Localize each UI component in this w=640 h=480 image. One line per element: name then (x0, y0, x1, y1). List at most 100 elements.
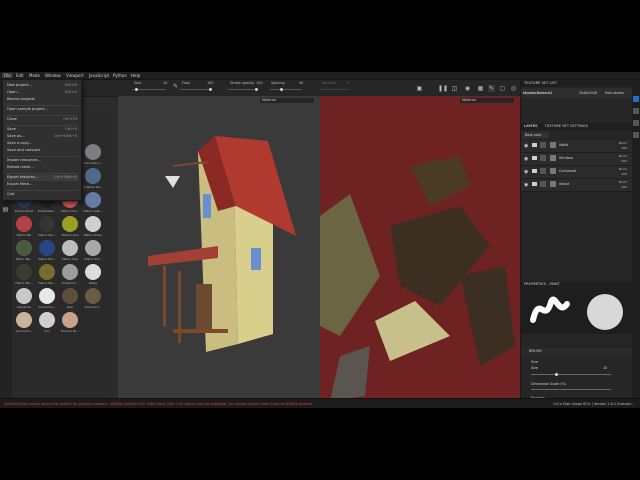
camera-icon[interactable]: ▣ (416, 85, 423, 92)
texture-set-shader[interactable]: Main shader (605, 91, 625, 95)
viewport-3d[interactable]: Material (118, 96, 320, 408)
file-menu-item[interactable]: Save and compact (7, 148, 79, 154)
file-menu-item[interactable]: Close Ctrl+F4 (7, 117, 79, 123)
menu-viewport[interactable]: Viewport (66, 73, 84, 78)
layer-row[interactable]: ◉ Cartwood Norm 100 (521, 166, 633, 179)
eye-icon[interactable]: ◉ (464, 85, 471, 92)
shelf-material-thumbnail[interactable] (39, 216, 55, 232)
shelf-material-thumbnail[interactable] (62, 240, 78, 256)
file-menu-item[interactable]: Export Mesh... (7, 182, 79, 188)
pen-pressure-icon[interactable]: ✎ (172, 83, 179, 90)
menu-window[interactable]: Window (45, 73, 61, 78)
display-panel-icon[interactable] (633, 120, 639, 126)
brush-size-slider[interactable] (531, 374, 611, 375)
layer-row[interactable]: ◉ Wood Norm 100 (521, 179, 633, 192)
shelf-material-thumbnail[interactable] (85, 144, 101, 160)
layers-panel-icon[interactable] (633, 96, 639, 102)
file-menu-item[interactable]: Save a copy... (7, 141, 79, 147)
size-slider-knob[interactable] (135, 88, 138, 91)
menu-mode[interactable]: Mode (29, 73, 40, 78)
file-menu-item[interactable]: Open sample project... (7, 107, 79, 113)
settings-panel-icon[interactable] (633, 108, 639, 114)
shelf-material-thumbnail[interactable] (16, 312, 32, 328)
layer-row[interactable]: ◉ Window Norm 100 (521, 153, 633, 166)
menu-edit[interactable]: Edit (16, 73, 24, 78)
shelf-material-thumbnail[interactable] (85, 216, 101, 232)
file-menu-item[interactable]: Save as... Ctrl+Shift+S (7, 134, 79, 140)
rotation-value[interactable]: 0 (347, 81, 349, 85)
layer-row[interactable]: ◉ Walls Norm 100 (521, 140, 633, 153)
texture-set-row[interactable]: tdjoadocBarbaral1 2048x2048 Main shader (521, 88, 633, 98)
flow-value[interactable]: 100 (207, 81, 213, 85)
stroke-opacity-value[interactable]: 100 (256, 81, 262, 85)
shelf-material-thumbnail[interactable] (85, 264, 101, 280)
stroke-opacity-knob[interactable] (255, 88, 258, 91)
layer-visibility-icon[interactable]: ◉ (524, 169, 528, 175)
file-menu-item[interactable]: Open... Ctrl+O (7, 90, 79, 96)
file-menu-item[interactable]: Save Ctrl+S (7, 127, 79, 133)
shelf-material-thumbnail[interactable] (62, 288, 78, 304)
brush-size-knob[interactable] (555, 373, 558, 376)
spacing-slider[interactable] (270, 89, 302, 90)
brush-size-value[interactable]: 10 (603, 366, 607, 370)
flow-slider-knob[interactable] (209, 88, 212, 91)
shelf-material-thumbnail[interactable] (16, 240, 32, 256)
shelf-material-thumbnail[interactable] (16, 264, 32, 280)
menu-help[interactable]: Help (131, 73, 140, 78)
spacing-value[interactable]: 30 (299, 81, 303, 85)
shelf-material-thumbnail[interactable] (62, 216, 78, 232)
menu-file[interactable]: File (2, 73, 13, 78)
layer-blend-mode[interactable]: Norm (619, 180, 627, 184)
file-menu-item[interactable]: New project... Ctrl+N (7, 83, 79, 89)
pen-icon[interactable]: ✎ (488, 85, 495, 92)
channel-dropdown[interactable]: Base color (523, 132, 549, 138)
square-icon[interactable]: ▢ (499, 85, 506, 92)
shelf-material-thumbnail[interactable] (39, 264, 55, 280)
rotation-slider[interactable] (320, 89, 350, 90)
size-value[interactable]: 10 (163, 81, 167, 85)
stroke-opacity-slider[interactable] (228, 89, 258, 90)
file-menu-item[interactable]: Reload mesh... (7, 165, 79, 171)
spacing-slider-knob[interactable] (280, 88, 283, 91)
menu-javascript[interactable]: JavaScript (89, 73, 109, 78)
layer-blend-mode[interactable]: Norm (619, 141, 627, 145)
layer-blend-mode[interactable]: Norm (619, 167, 627, 171)
shelf-material-thumbnail[interactable] (85, 288, 101, 304)
shelf-material-thumbnail[interactable] (16, 288, 32, 304)
file-menu-item[interactable]: Export textures... Ctrl+Shift+E (7, 175, 79, 181)
layer-visibility-icon[interactable]: ◉ (524, 156, 528, 162)
layer-visibility-icon[interactable]: ◉ (524, 143, 528, 149)
shelf-material-thumbnail[interactable] (16, 216, 32, 232)
viewport-2d-uv[interactable]: Material (320, 96, 520, 408)
camera-view-icon[interactable]: ◎ (510, 85, 517, 92)
layer-opacity[interactable]: 100 (621, 185, 627, 189)
layer-opacity[interactable]: 100 (621, 159, 627, 163)
layer-blend-mode[interactable]: Norm (619, 154, 627, 158)
shelf-material-thumbnail[interactable] (62, 264, 78, 280)
shelf-material-thumbnail[interactable] (85, 240, 101, 256)
shelf-material-thumbnail[interactable] (62, 312, 78, 328)
file-menu-item[interactable]: Recent projects (7, 97, 79, 103)
layer-visibility-icon[interactable]: ◉ (524, 182, 528, 188)
shelf-material-thumbnail[interactable] (85, 168, 101, 184)
shelf-material-thumbnail[interactable] (39, 288, 55, 304)
right-panel: TEXTURE SET LIST tdjoadocBarbaral1 2048x… (520, 80, 633, 408)
menu-python[interactable]: Python (113, 73, 127, 78)
shelf-material-thumbnail[interactable] (39, 240, 55, 256)
dimension-scale-slider[interactable] (531, 389, 611, 390)
shelf-material-thumbnail[interactable] (39, 312, 55, 328)
shelf-filter-icon[interactable]: ▤ (2, 206, 9, 213)
grid-icon[interactable]: ▦ (477, 85, 484, 92)
file-menu-item[interactable]: Quit (7, 192, 79, 198)
tab-layers[interactable]: LAYERS (524, 124, 538, 128)
history-panel-icon[interactable] (633, 132, 639, 138)
file-menu-item[interactable]: Import resources... (7, 158, 79, 164)
layer-opacity[interactable]: 100 (621, 146, 627, 150)
photo-icon[interactable]: ◫ (451, 85, 458, 92)
layer-opacity[interactable]: 100 (621, 172, 627, 176)
flow-slider[interactable] (180, 89, 212, 90)
tab-texture-set-settings[interactable]: TEXTURE SET SETTINGS (545, 124, 588, 128)
file-menu-item-label: Save a copy... (7, 141, 32, 145)
pause-icon[interactable]: ❚❚ (438, 85, 448, 92)
shelf-material-thumbnail[interactable] (85, 192, 101, 208)
